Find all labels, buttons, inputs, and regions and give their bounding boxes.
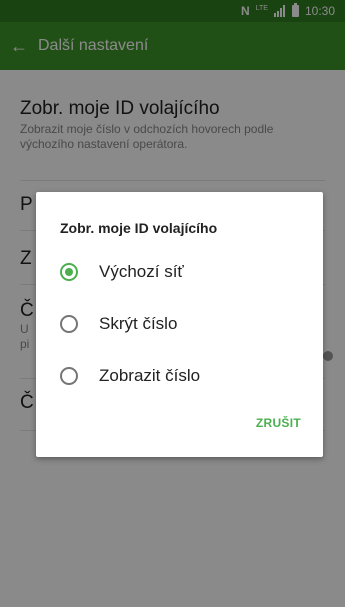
radio-unchecked-icon[interactable] — [60, 367, 78, 385]
radio-checked-icon[interactable] — [60, 263, 78, 281]
option-label: Zobrazit číslo — [99, 366, 201, 385]
option-hide-number[interactable]: Skrýt číslo — [60, 306, 310, 342]
caller-id-dialog: Zobr. moje ID volajícího Výchozí síť Skr… — [36, 192, 323, 457]
option-show-number[interactable]: Zobrazit číslo — [60, 358, 310, 394]
option-label: Skrýt číslo — [99, 314, 178, 333]
dialog-title: Zobr. moje ID volajícího — [60, 220, 218, 236]
option-label: Výchozí síť — [99, 262, 184, 281]
settings-screen: N LTE 10:30 ← Další nastavení Zobr. moje… — [0, 0, 345, 607]
cancel-button[interactable]: ZRUŠIT — [256, 416, 301, 430]
option-default-network[interactable]: Výchozí síť — [60, 254, 310, 290]
radio-unchecked-icon[interactable] — [60, 315, 78, 333]
